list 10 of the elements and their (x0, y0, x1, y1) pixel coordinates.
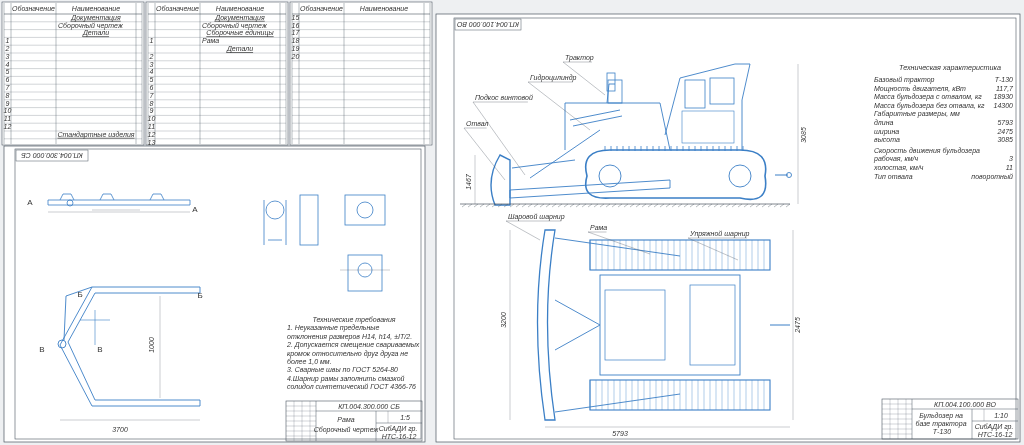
section-label: Б (197, 291, 203, 300)
hinge-section-drawing (263, 194, 319, 246)
section-label: В (39, 345, 45, 354)
leader-line (587, 231, 651, 255)
section-label: В (97, 345, 103, 354)
section-label: А (27, 198, 33, 207)
section-label: Б (77, 290, 83, 299)
leader-line (687, 237, 748, 261)
leader-line (505, 220, 562, 241)
section-label: А (192, 205, 198, 214)
